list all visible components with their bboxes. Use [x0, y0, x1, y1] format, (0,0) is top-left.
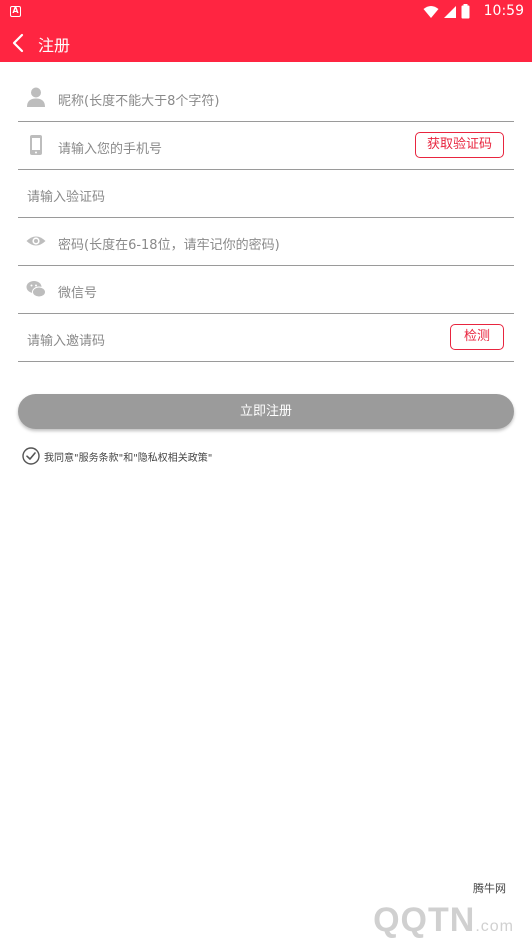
- eye-icon: [26, 236, 46, 246]
- wechat-field[interactable]: 微信号: [18, 266, 514, 314]
- back-arrow-icon: [12, 33, 24, 53]
- status-icons: [423, 4, 470, 19]
- password-placeholder: 密码(长度在6-18位，请牢记你的密码): [58, 238, 280, 253]
- phone-field[interactable]: 请输入您的手机号 获取验证码: [18, 122, 514, 170]
- register-button[interactable]: 立即注册: [18, 394, 514, 429]
- signal-icon: [444, 5, 456, 18]
- register-form: 昵称(长度不能大于8个字符) 请输入您的手机号 获取验证码 请输入验证码 密码(…: [18, 74, 514, 362]
- get-code-button[interactable]: 获取验证码: [415, 132, 504, 158]
- back-button[interactable]: [8, 30, 30, 56]
- code-placeholder: 请输入验证码: [27, 190, 106, 205]
- watermark-site-name: 腾牛网: [473, 882, 506, 895]
- page-title: 注册: [38, 36, 71, 55]
- invite-field[interactable]: 请输入邀请码 检测: [18, 314, 514, 362]
- watermark-logo-text: QQTN: [373, 901, 476, 939]
- watermark-logo-suffix: .com: [475, 918, 514, 935]
- phone-placeholder: 请输入您的手机号: [58, 142, 163, 157]
- nickname-placeholder: 昵称(长度不能大于8个字符): [58, 94, 220, 109]
- wechat-placeholder: 微信号: [58, 286, 98, 301]
- wifi-icon: [423, 5, 439, 18]
- check-invite-button[interactable]: 检测: [450, 324, 504, 350]
- code-field[interactable]: 请输入验证码: [18, 170, 514, 218]
- agreement-text: 我同意"服务条款"和"隐私权相关政策": [44, 452, 213, 464]
- user-icon: [27, 87, 45, 107]
- watermark-logo: QQTN.com: [373, 901, 514, 940]
- status-bar: A 10:59: [0, 0, 532, 24]
- notification-icon: A: [10, 6, 21, 17]
- invite-placeholder: 请输入邀请码: [27, 334, 106, 349]
- battery-icon: [461, 4, 470, 19]
- password-field[interactable]: 密码(长度在6-18位，请牢记你的密码): [18, 218, 514, 266]
- wechat-icon: [26, 281, 46, 298]
- nickname-field[interactable]: 昵称(长度不能大于8个字符): [18, 74, 514, 122]
- status-time: 10:59: [483, 3, 524, 19]
- app-bar: 注册: [0, 24, 532, 62]
- check-circle-icon[interactable]: [22, 447, 40, 465]
- phone-icon: [30, 135, 42, 155]
- watermark: 腾牛网 QQTN.com: [304, 880, 514, 940]
- agreement-row[interactable]: 我同意"服务条款"和"隐私权相关政策": [22, 447, 212, 465]
